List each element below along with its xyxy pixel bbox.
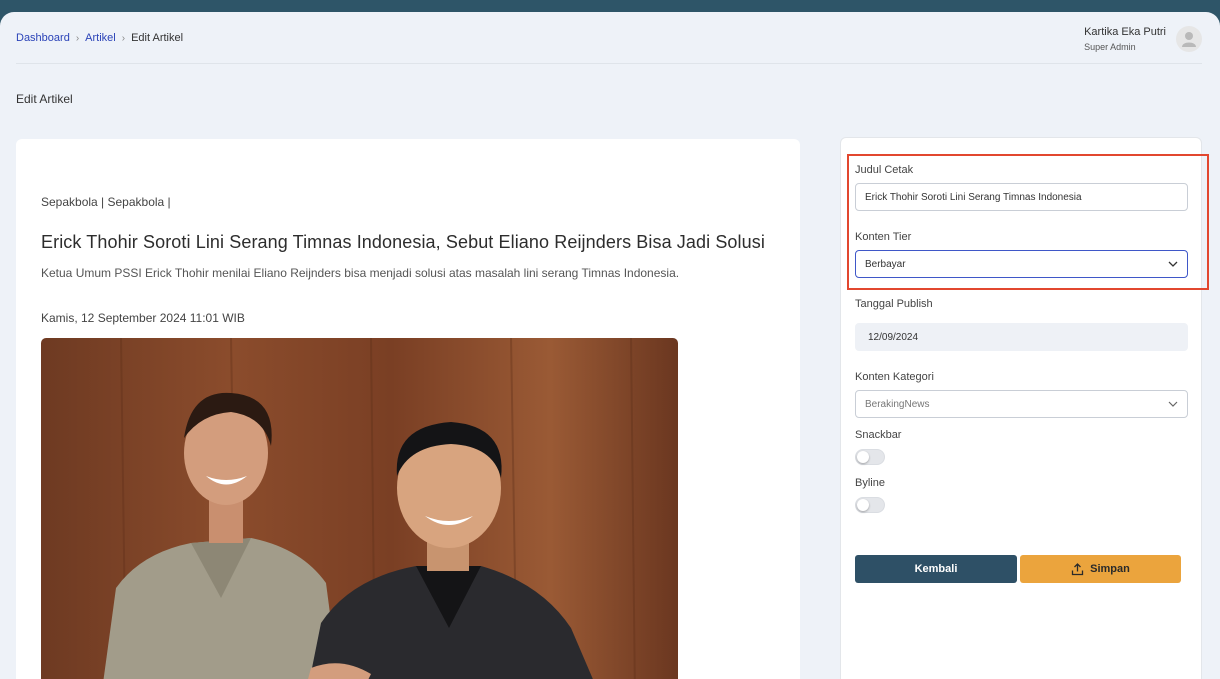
tanggal-publish-value: 12/09/2024 bbox=[868, 331, 919, 343]
konten-kategori-value: BerakingNews bbox=[865, 398, 930, 410]
chevron-down-icon bbox=[1168, 259, 1178, 269]
avatar[interactable] bbox=[1176, 26, 1202, 52]
settings-panel: Judul Cetak Erick Thohir Soroti Lini Ser… bbox=[840, 137, 1209, 679]
snackbar-label: Snackbar bbox=[855, 429, 902, 441]
toggle-knob bbox=[857, 499, 869, 511]
article-lead: Ketua Umum PSSI Erick Thohir menilai Eli… bbox=[41, 266, 680, 280]
breadcrumb: Dashboard › Artikel › Edit Artikel bbox=[16, 32, 183, 44]
save-button-label: Simpan bbox=[1090, 563, 1130, 575]
snackbar-toggle[interactable] bbox=[855, 449, 885, 465]
back-button-label: Kembali bbox=[914, 563, 958, 575]
breadcrumb-current: Edit Artikel bbox=[131, 32, 184, 44]
tanggal-publish-label: Tanggal Publish bbox=[855, 298, 933, 310]
page-title: Edit Artikel bbox=[16, 92, 73, 106]
breadcrumb-dashboard[interactable]: Dashboard bbox=[16, 32, 70, 44]
user-info: Kartika Eka Putri Super Admin bbox=[1084, 26, 1166, 52]
chevron-down-icon bbox=[1168, 399, 1178, 409]
article-date: Kamis, 12 September 2024 11:01 WIB bbox=[41, 311, 245, 325]
judul-cetak-value: Erick Thohir Soroti Lini Serang Timnas I… bbox=[865, 191, 1082, 203]
back-button[interactable]: Kembali bbox=[855, 555, 1017, 583]
konten-tier-label: Konten Tier bbox=[855, 231, 912, 243]
article-category: Sepakbola | Sepakbola | bbox=[41, 195, 171, 209]
user-name: Kartika Eka Putri bbox=[1084, 26, 1166, 38]
toggle-knob bbox=[857, 451, 869, 463]
konten-tier-select[interactable]: Berbayar bbox=[855, 250, 1188, 278]
user-avatar-icon bbox=[1182, 32, 1196, 47]
judul-cetak-label: Judul Cetak bbox=[855, 164, 914, 176]
konten-tier-value: Berbayar bbox=[865, 258, 906, 270]
article-headline: Erick Thohir Soroti Lini Serang Timnas I… bbox=[41, 232, 765, 252]
article-photo bbox=[41, 338, 678, 679]
breadcrumb-artikel[interactable]: Artikel bbox=[85, 32, 116, 44]
tanggal-publish-input: 12/09/2024 bbox=[855, 323, 1188, 351]
save-button[interactable]: Simpan bbox=[1020, 555, 1181, 583]
article-preview-card: Sepakbola | Sepakbola | Erick Thohir Sor… bbox=[16, 139, 800, 679]
user-role: Super Admin bbox=[1084, 42, 1136, 52]
app-frame: Dashboard › Artikel › Edit Artikel Karti… bbox=[0, 12, 1220, 679]
top-bar: Dashboard › Artikel › Edit Artikel Karti… bbox=[16, 12, 1202, 64]
byline-toggle[interactable] bbox=[855, 497, 885, 513]
konten-kategori-select[interactable]: BerakingNews bbox=[855, 390, 1188, 418]
upload-icon bbox=[1071, 562, 1084, 575]
konten-kategori-label: Konten Kategori bbox=[855, 371, 934, 383]
byline-label: Byline bbox=[855, 477, 885, 489]
breadcrumb-separator-icon: › bbox=[75, 32, 80, 44]
breadcrumb-separator-icon: › bbox=[121, 32, 126, 44]
judul-cetak-input[interactable]: Erick Thohir Soroti Lini Serang Timnas I… bbox=[855, 183, 1188, 211]
